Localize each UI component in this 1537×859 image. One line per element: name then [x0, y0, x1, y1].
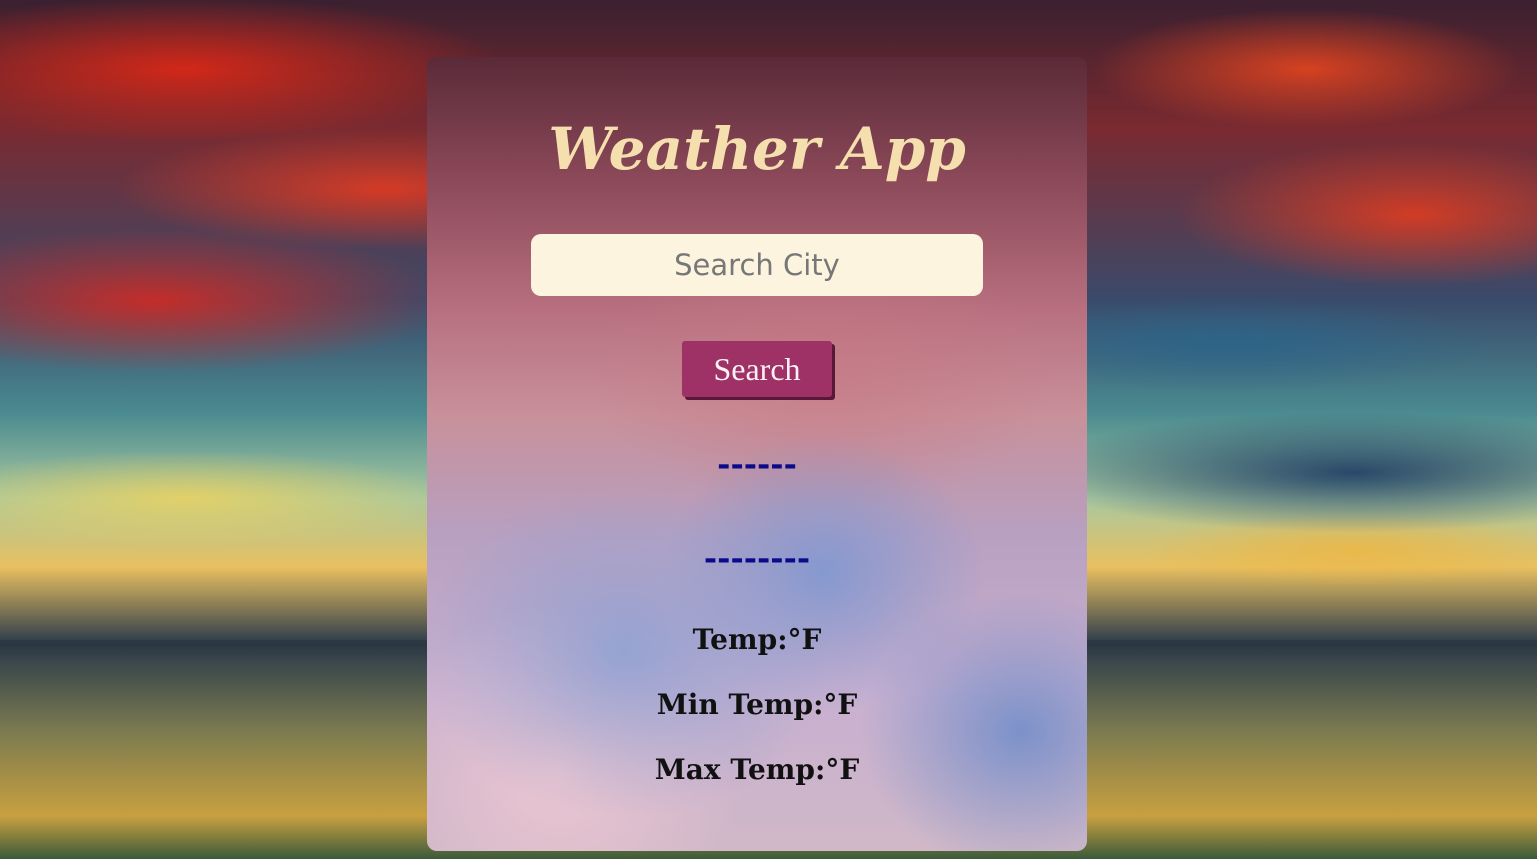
city-name: ------ [717, 445, 797, 483]
max-temperature-label: Max Temp:°F [654, 753, 860, 786]
weather-card: Weather App Search ------ -------- Temp:… [427, 57, 1087, 851]
search-button[interactable]: Search [682, 341, 832, 397]
min-temperature-label: Min Temp:°F [656, 688, 858, 721]
app-title: Weather App [548, 115, 966, 183]
weather-description: -------- [703, 539, 811, 577]
search-city-input[interactable] [531, 234, 983, 296]
temperature-label: Temp:°F [692, 623, 822, 656]
